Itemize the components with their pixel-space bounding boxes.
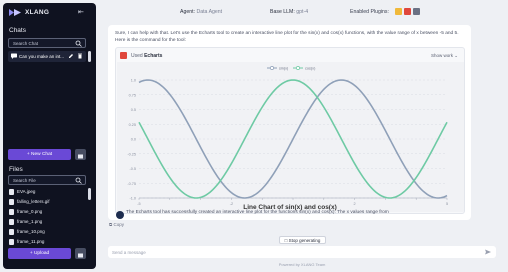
chat-search-placeholder: Search Chat [13,41,39,46]
file-icon [9,229,14,235]
stop-generating-button[interactable]: □ Stop generating [279,236,326,244]
x-tick-label: -5 [137,202,140,206]
file-icon [9,239,14,245]
tool-used-label: Used Echarts [131,53,162,59]
copy-button[interactable]: ⧉ Copy [109,222,124,227]
message-input-bar [108,246,496,258]
copy-icon: ⧉ [109,222,113,227]
file-name: frame_11.png [17,239,45,244]
chat-search-input[interactable]: Search Chat [8,38,86,48]
file-icon [9,219,14,225]
chevron-down-icon: ⌄ [454,53,458,58]
file-search-placeholder: Search File [13,178,36,183]
file-icon [9,189,14,195]
x-tick-label: 5 [446,202,448,206]
y-tick-label: -0.75 [127,182,136,186]
file-icon [9,199,14,205]
file-name: EVA.jpeg [17,189,36,194]
delete-icon[interactable] [77,53,83,59]
llm-label: Base LLM: [270,9,295,15]
legend-label[interactable]: sin(x) [279,66,289,70]
chats-scrollbar[interactable] [88,51,91,62]
collapse-sidebar-icon[interactable]: ⇤ [78,8,84,16]
legend-label[interactable]: cos(x) [305,66,316,70]
chart-legend: sin(x) cos(x) [267,66,316,70]
assistant-intro-text: Sure, I can help with that. Let's use th… [115,31,459,43]
logo-row: XLANG ⇤ [3,3,96,23]
legend-marker[interactable] [296,66,300,70]
new-chat-button[interactable]: + New Chat [8,149,71,160]
y-tick-label: -0.5 [129,167,136,171]
chat-bubble-icon [11,53,17,59]
tool-used-prefix: Used [131,53,143,59]
y-axis-ticks: 1.0 0.75 0.5 0.25 0.0 -0.25 -0.5 -0.75 -1.0 [127,79,136,201]
upload-button[interactable]: + Upload [8,248,71,259]
agent-info[interactable]: Agent: Data Agent [180,9,222,15]
app-name: XLANG [25,9,50,16]
sidebar: XLANG ⇤ Chats Search Chat Can you make a… [3,3,96,269]
llm-info[interactable]: Base LLM: gpt-4 [270,9,308,15]
y-tick-label: -1.0 [129,197,136,201]
x-tick-label: 2 [354,202,356,206]
assistant-message-card: Sure, I can help with that. Let's use th… [108,25,471,220]
tool-output-box: Used Echarts Show work ⌄ 1.0 0.75 0.5 0.25 0… [115,47,465,214]
file-icon [9,209,14,215]
file-options-button[interactable] [75,248,86,259]
agent-label: Agent: [180,9,195,15]
y-tick-label: 0.5 [131,108,136,112]
edit-icon[interactable] [68,53,74,59]
chat-options-button[interactable] [75,149,86,160]
y-tick-label: 1.0 [131,79,136,83]
folder-icon [78,253,83,258]
plugins-label: Enabled Plugins: [350,9,389,15]
search-icon[interactable] [75,40,82,47]
x-tick-label: -2 [230,202,233,206]
y-tick-label: 0.0 [131,138,136,142]
agent-value: Data Agent [196,9,223,15]
file-name: frame_10.png [17,229,45,234]
echarts-tool-icon [120,52,127,59]
llm-value: gpt-4 [296,9,309,15]
tool-name: Echarts [144,53,163,59]
file-name: frame_0.png [17,209,43,214]
powered-by: Powered by XLANG Team [278,262,326,267]
assistant-result-text: The Echarts tool has successfully create… [126,210,389,215]
tool-header: Used Echarts Show work ⌄ [120,51,460,60]
send-icon[interactable] [485,249,491,255]
file-name: falling_letters.gif [17,199,50,204]
chat-list-item[interactable]: Can you make an int... [8,51,86,62]
file-search-input[interactable]: Search File [8,175,86,185]
line-chart[interactable]: 1.0 0.75 0.5 0.25 0.0 -0.25 -0.5 -0.75 -1.0 -5 -2… [117,62,464,212]
echarts-plugin-icon[interactable] [404,8,411,15]
show-work-label: Show work [430,53,453,58]
legend-marker[interactable] [270,66,274,70]
show-work-toggle[interactable]: Show work ⌄ [431,53,458,59]
y-tick-label: -0.25 [127,152,136,156]
chart-svg[interactable]: 1.0 0.75 0.5 0.25 0.0 -0.25 -0.5 -0.75 -1.0 -5 -2… [117,62,464,212]
stop-label: Stop generating [288,238,321,243]
search-icon[interactable] [75,177,82,184]
copy-label: Copy [113,222,124,227]
y-tick-label: 0.75 [129,93,136,97]
chats-title: Chats [9,27,26,34]
files-scrollbar[interactable] [88,188,91,200]
file-name: frame_1.png [17,219,43,224]
message-input[interactable] [112,248,472,256]
xlang-logo-icon [9,9,21,16]
header-bar: Agent: Data Agent Base LLM: gpt-4 Enable… [100,8,500,18]
table-plugin-icon[interactable] [413,8,420,15]
folder-icon [78,154,83,159]
files-title: Files [9,166,23,173]
chat-title: Can you make an int... [19,53,65,59]
lock-plugin-icon[interactable] [395,8,402,15]
y-tick-label: 0.25 [129,123,136,127]
assistant-avatar [116,211,124,219]
